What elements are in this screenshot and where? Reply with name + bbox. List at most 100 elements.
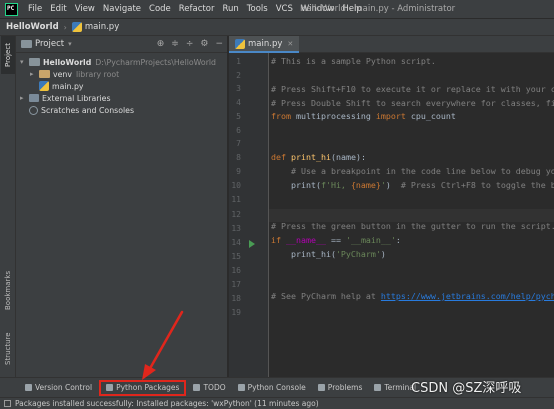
line-number: 2	[236, 71, 241, 80]
line-number: 8	[236, 153, 241, 162]
line-number: 14	[231, 238, 241, 247]
status-message[interactable]: Packages installed successfully: Install…	[15, 399, 319, 408]
menu-refactor[interactable]: Refactor	[175, 4, 219, 14]
version-control-button[interactable]: Version Control	[20, 380, 97, 396]
library-icon	[29, 94, 39, 102]
code-line: # See PyCharm help at https://www.jetbra…	[271, 291, 554, 301]
project-view-icon	[21, 40, 32, 48]
chevron-down-icon[interactable]: ▾	[20, 58, 29, 66]
collapse-all-icon[interactable]: ≑	[171, 39, 179, 49]
code-line: def print_hi(name):	[271, 152, 366, 162]
locate-file-icon[interactable]: ⊕	[157, 39, 165, 49]
line-number: 15	[231, 252, 241, 261]
code-line: # Press the green button in the gutter t…	[271, 221, 554, 231]
code-editor[interactable]: # This is a sample Python script. # Pres…	[269, 53, 554, 377]
project-tool-tab[interactable]: Project	[1, 36, 15, 74]
problems-icon	[317, 384, 325, 391]
terminal-icon	[374, 384, 382, 391]
line-number: 7	[236, 139, 241, 148]
tree-item-main-py[interactable]: main.py	[39, 80, 84, 92]
todo-label: TODO	[203, 383, 226, 392]
line-number: 5	[236, 112, 241, 121]
code-line: # This is a sample Python script.	[271, 56, 436, 66]
line-number: 4	[236, 98, 241, 107]
menu-file[interactable]: File	[24, 4, 46, 14]
python-packages-icon	[106, 384, 114, 391]
breadcrumb: HelloWorld › main.py	[0, 18, 554, 36]
line-number: 12	[231, 210, 241, 219]
run-gutter-icon[interactable]	[249, 240, 255, 248]
editor-gutter: 1 2 3 4 5 6 7 8 9 10 11 12 13 14 15 16 1…	[229, 53, 269, 377]
tree-item-label: External Libraries	[42, 93, 111, 103]
menu-edit[interactable]: Edit	[46, 4, 70, 14]
python-file-icon	[71, 22, 82, 32]
python-file-icon	[235, 38, 245, 49]
version-control-icon	[25, 384, 32, 391]
breadcrumb-project[interactable]: HelloWorld	[6, 22, 59, 32]
tree-item-external-libraries[interactable]: ▸ External Libraries	[20, 92, 111, 104]
problems-label: Problems	[327, 383, 363, 392]
pycharm-logo-icon: PC	[5, 2, 18, 16]
project-panel-header: Project ▾ ⊕ ≑ ÷ ⚙ −	[16, 36, 227, 53]
python-console-button[interactable]: Python Console	[233, 380, 311, 396]
code-line: # Use a breakpoint in the code line belo…	[271, 166, 554, 176]
line-number: 3	[236, 84, 241, 93]
editor-tab-bar: main.py ✕	[229, 36, 554, 53]
menu-run[interactable]: Run	[218, 4, 242, 14]
problems-button[interactable]: Problems	[313, 380, 368, 396]
chevron-down-icon[interactable]: ▾	[68, 40, 72, 48]
bookmarks-tool-tab[interactable]: Bookmarks	[1, 266, 15, 314]
tree-item-label: Scratches and Consoles	[41, 105, 135, 115]
structure-tool-tab[interactable]: Structure	[1, 328, 15, 370]
chevron-right-icon[interactable]: ▸	[30, 70, 39, 78]
line-number: 18	[231, 294, 241, 303]
code-line: if __name__ == '__main__':	[271, 235, 401, 245]
line-number: 19	[231, 308, 241, 317]
line-number: 17	[231, 280, 241, 289]
todo-button[interactable]: TODO	[188, 380, 230, 396]
python-console-icon	[237, 384, 245, 391]
tree-item-scratches[interactable]: Scratches and Consoles	[29, 104, 134, 116]
status-icon[interactable]	[4, 400, 11, 407]
expand-all-icon[interactable]: ÷	[186, 39, 194, 49]
python-packages-label: Python Packages	[116, 383, 180, 392]
tab-label: main.py	[248, 38, 283, 49]
project-view-selector[interactable]: Project	[35, 39, 64, 49]
code-line: # Press Double Shift to search everywher…	[271, 98, 554, 108]
tree-item-label: venv	[53, 69, 72, 79]
version-control-label: Version Control	[35, 383, 93, 392]
status-bar: Packages installed successfully: Install…	[0, 397, 554, 409]
menu-vcs[interactable]: VCS	[272, 4, 297, 14]
line-number: 13	[231, 224, 241, 233]
chevron-right-icon[interactable]: ▸	[20, 94, 29, 102]
tree-item-label: HelloWorld	[43, 57, 92, 67]
chevron-right-icon: ›	[63, 22, 67, 32]
line-number: 6	[236, 126, 241, 135]
hide-panel-icon[interactable]: −	[215, 39, 223, 49]
line-number: 1	[236, 57, 241, 66]
menu-view[interactable]: View	[71, 4, 99, 14]
menu-navigate[interactable]: Navigate	[99, 4, 145, 14]
tree-item-note: library root	[75, 69, 120, 79]
gear-icon[interactable]: ⚙	[200, 39, 208, 49]
code-line: # Press Shift+F10 to execute it or repla…	[271, 84, 554, 94]
menu-code[interactable]: Code	[145, 4, 175, 14]
tree-item-label: main.py	[52, 81, 84, 91]
scratches-icon	[29, 105, 38, 115]
folder-icon	[29, 58, 40, 66]
todo-icon	[193, 384, 201, 391]
code-line: print_hi('PyCharm')	[271, 249, 386, 259]
tree-item-venv[interactable]: ▸ venv library root	[30, 68, 119, 80]
window-title: HelloWorld - main.py - Administrator	[300, 4, 456, 14]
breadcrumb-file[interactable]: main.py	[85, 22, 119, 32]
line-number: 11	[231, 195, 241, 204]
tab-main-py[interactable]: main.py ✕	[229, 36, 300, 53]
python-packages-button[interactable]: Python Packages	[99, 379, 187, 396]
menu-tools[interactable]: Tools	[243, 4, 272, 14]
code-line: from multiprocessing import cpu_count	[271, 111, 456, 121]
python-file-icon	[39, 81, 49, 91]
python-console-label: Python Console	[247, 383, 306, 392]
close-icon[interactable]: ✕	[287, 40, 293, 48]
line-number: 10	[231, 181, 241, 190]
tree-item-project-root[interactable]: ▾ HelloWorld D:\PycharmProjects\HelloWor…	[20, 56, 216, 68]
